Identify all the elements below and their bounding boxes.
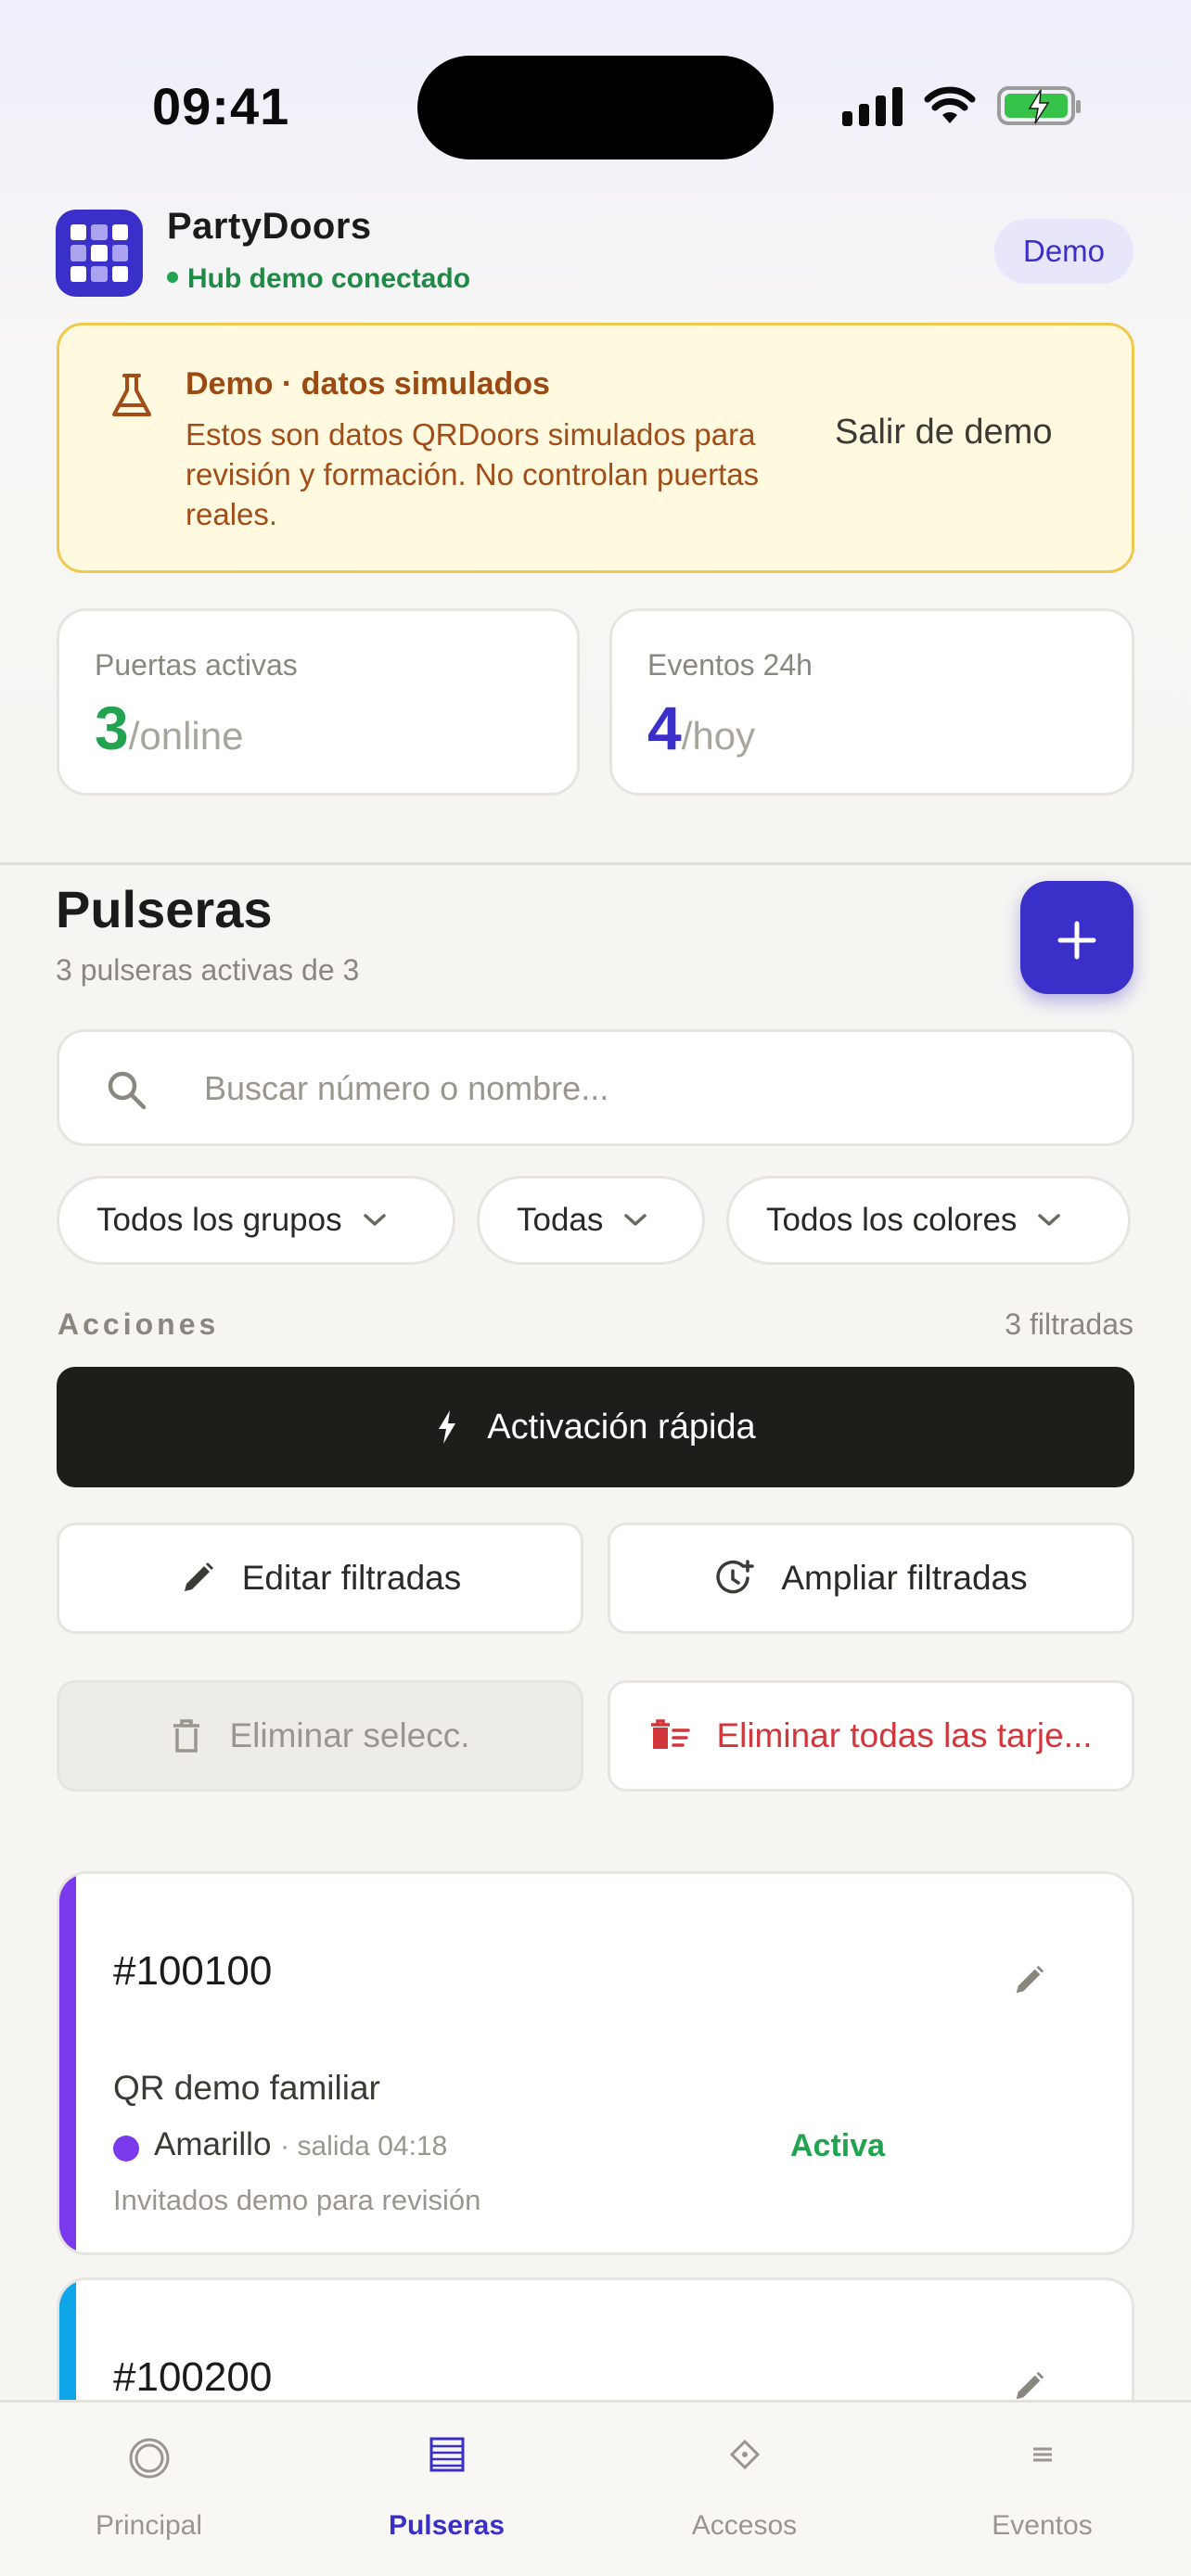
- flask-icon: [112, 374, 151, 416]
- wristband-number: #100100: [113, 1948, 273, 1994]
- wristband-card[interactable]: #100100 QR demo familiar Amarillo · sali…: [57, 1871, 1134, 2255]
- wristband-name: QR demo familiar: [113, 2069, 380, 2107]
- color-dot-icon: [113, 2136, 139, 2162]
- page-title: Pulseras: [56, 880, 273, 938]
- tab-home-label: Principal: [95, 2510, 203, 2541]
- tab-events-label: Eventos: [992, 2510, 1093, 2541]
- wristband-status-badge: Activa: [790, 2128, 886, 2163]
- filter-color-label: Todos los colores: [766, 1202, 1018, 1238]
- stat-card-active-doors: Puertas activas 3/online: [57, 608, 580, 796]
- stat-value: 4/hoy: [647, 694, 756, 762]
- app-logo: [56, 210, 143, 297]
- battery-charging-icon: [997, 86, 1081, 125]
- app-name: PartyDoors: [167, 206, 372, 247]
- tab-bar: Principal Pulseras Accesos Eventos: [0, 2400, 1191, 2576]
- page-subtitle: 3 pulseras activas de 3: [56, 953, 360, 987]
- add-wristband-button[interactable]: [1020, 881, 1133, 994]
- diamond-icon: [729, 2439, 760, 2470]
- edit-filtered-button[interactable]: Editar filtradas: [57, 1523, 583, 1634]
- wifi-icon: [924, 86, 976, 123]
- menu-lines-icon: [1032, 2447, 1052, 2462]
- quick-activation-button[interactable]: Activación rápida: [57, 1367, 1134, 1487]
- filter-group-select[interactable]: Todos los grupos: [57, 1176, 455, 1265]
- status-icons: [842, 85, 1081, 126]
- status-time: 09:41: [152, 77, 290, 135]
- chevron-down-icon: [1038, 1214, 1061, 1226]
- search-input[interactable]: [204, 1060, 1095, 1117]
- filter-color-select[interactable]: Todos los colores: [726, 1176, 1131, 1265]
- tab-access-label: Accesos: [691, 2510, 798, 2541]
- filtered-count: 3 filtradas: [1005, 1307, 1133, 1341]
- trash-list-icon: [651, 1719, 691, 1749]
- tab-wristbands-label: Pulseras: [388, 2510, 506, 2541]
- pencil-icon: [184, 1562, 213, 1591]
- stat-label: Puertas activas: [95, 648, 298, 682]
- demo-banner-text: Estos son datos QRDoors simulados para r…: [186, 417, 760, 531]
- chevron-down-icon: [363, 1214, 386, 1226]
- tab-wristbands[interactable]: Pulseras: [298, 2403, 596, 2576]
- dynamic-island: [417, 56, 774, 159]
- trash-icon: [173, 1719, 200, 1753]
- chevron-down-icon: [624, 1214, 647, 1226]
- tab-home[interactable]: Principal: [0, 2403, 298, 2576]
- stat-value: 3/online: [95, 694, 244, 762]
- cellular-signal-icon: [842, 85, 903, 126]
- demo-badge[interactable]: Demo: [994, 219, 1133, 284]
- plus-icon: [1057, 921, 1096, 959]
- tab-access[interactable]: Accesos: [596, 2403, 893, 2576]
- tab-events[interactable]: Eventos: [893, 2403, 1191, 2576]
- delete-all-cards-button[interactable]: Eliminar todas las tarje...: [608, 1680, 1134, 1792]
- home-circle-icon: [129, 2438, 169, 2479]
- wristband-group: Invitados demo para revisión: [113, 2184, 481, 2216]
- delete-selected-button[interactable]: Eliminar selecc.: [57, 1680, 583, 1792]
- status-dot-icon: [167, 272, 178, 284]
- demo-banner-title: Demo · datos simulados: [186, 366, 550, 402]
- wristband-number: #100200: [113, 2354, 273, 2400]
- filter-status-select[interactable]: Todas: [477, 1176, 705, 1265]
- card-accent: [59, 1874, 76, 2252]
- hub-status: Hub demo conectado: [167, 263, 470, 295]
- search-box[interactable]: [57, 1029, 1134, 1146]
- edit-pencil-icon[interactable]: [1011, 1963, 1046, 1998]
- wristband-color: Amarillo · salida 04:18: [154, 2126, 448, 2162]
- bolt-icon: [439, 1410, 456, 1444]
- stat-card-events-24h: Eventos 24h 4/hoy: [609, 608, 1134, 796]
- actions-label: Acciones: [58, 1307, 220, 1341]
- section-divider: [0, 862, 1191, 865]
- list-lines-icon: [429, 2437, 464, 2472]
- exit-demo-button[interactable]: Salir de demo: [835, 413, 1052, 453]
- stat-label: Eventos 24h: [647, 648, 813, 682]
- filter-group-label: Todos los grupos: [96, 1202, 342, 1238]
- search-icon: [108, 1071, 147, 1110]
- clock-plus-icon: [716, 1560, 755, 1594]
- filter-status-label: Todas: [517, 1202, 604, 1238]
- demo-banner: Demo · datos simulados Estos son datos Q…: [57, 323, 1134, 573]
- extend-filtered-button[interactable]: Ampliar filtradas: [608, 1523, 1134, 1634]
